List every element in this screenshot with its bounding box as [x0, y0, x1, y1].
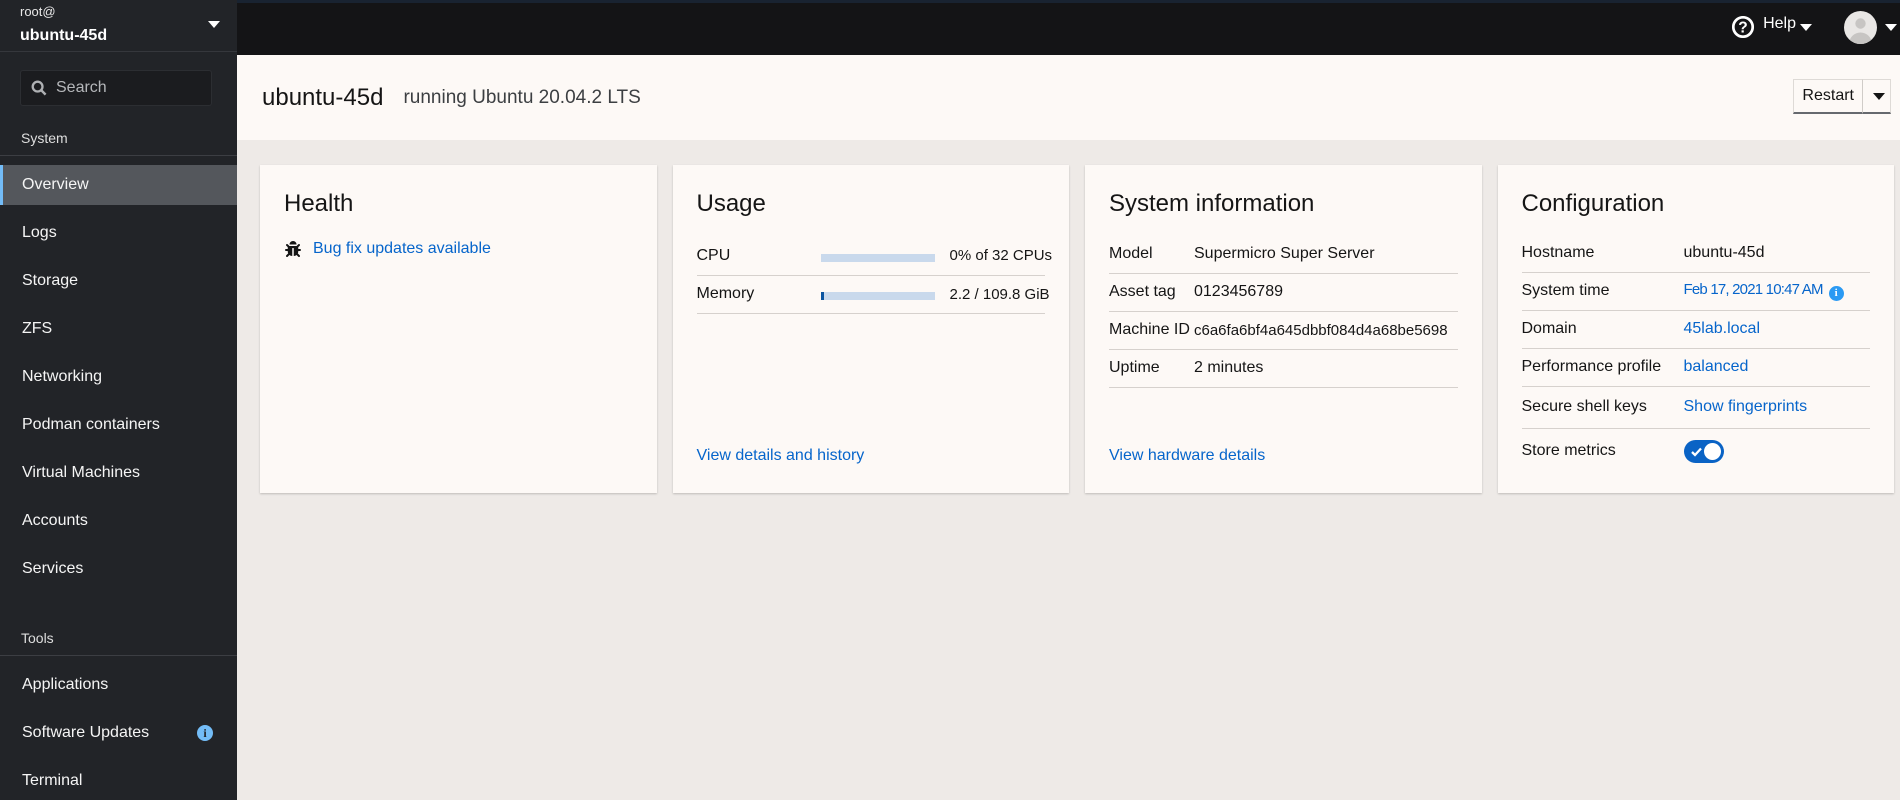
svg-text:?: ? — [1738, 20, 1747, 37]
